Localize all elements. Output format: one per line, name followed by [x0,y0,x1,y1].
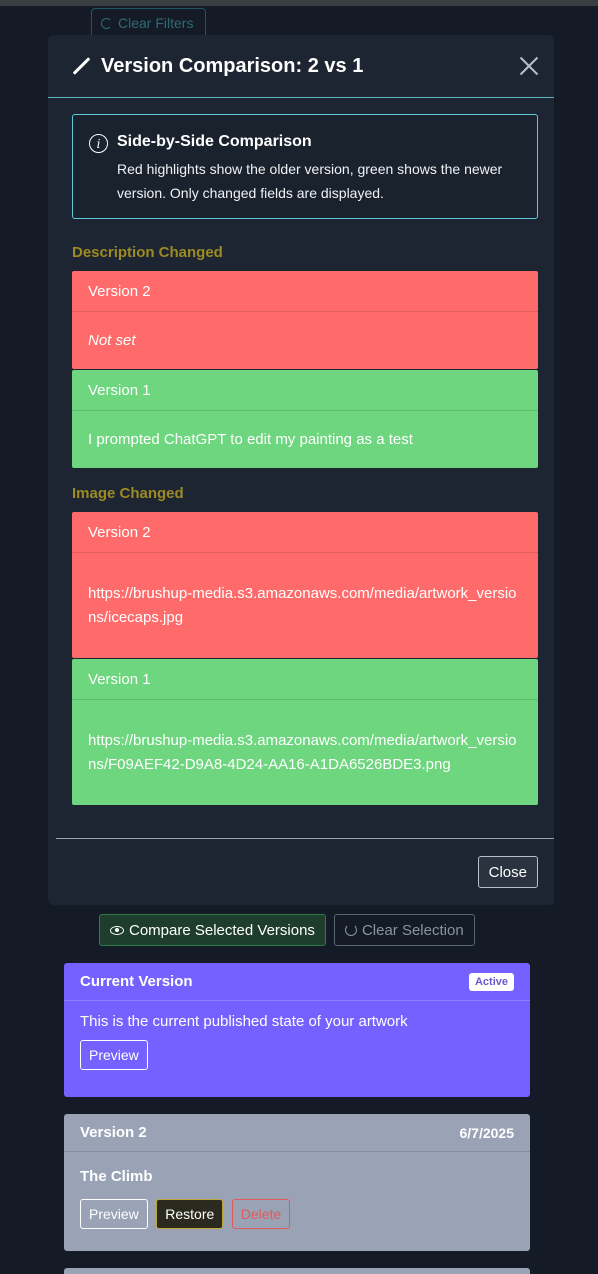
clear-selection-button[interactable]: Clear Selection [333,914,475,946]
diff-new-image: Version 1 https://brushup-media.s3.amazo… [72,659,538,805]
compare-selected-versions-button[interactable]: Compare Selected Versions [99,914,326,946]
current-version-title: Current Version [80,973,193,990]
section-label-description: Description Changed [72,244,223,261]
delete-button[interactable]: Delete [231,1199,291,1229]
compare-button-label: Compare Selected Versions [129,921,315,939]
reset-icon [344,924,357,936]
version-2-date: 6/7/2025 [459,1124,515,1141]
diff-old-image: Version 2 https://brushup-media.s3.amazo… [72,512,538,658]
close-button[interactable]: Close [477,856,538,888]
info-text: Red highlights show the older version, g… [117,161,503,201]
diff-value: https://brushup-media.s3.amazonaws.com/m… [88,731,517,773]
diff-version-label: Version 1 [72,659,538,700]
eye-icon [110,925,124,935]
clear-filters-label: Clear Filters [118,15,194,31]
version-2-header: Version 2 6/7/2025 [64,1114,530,1152]
info-icon: i [89,134,108,153]
diff-value: https://brushup-media.s3.amazonaws.com/m… [88,584,517,626]
window-top-bar [0,0,598,6]
next-version-card [64,1268,530,1274]
current-version-header: Current Version Active [64,963,530,1001]
diff-value: Not set [88,331,136,349]
clear-selection-label: Clear Selection [361,921,464,939]
current-version-description: This is the current published state of y… [80,1013,408,1030]
info-alert: i Side-by-Side Comparison Red highlights… [72,114,538,219]
version-2-card: Version 2 6/7/2025 The Climb Preview Res… [64,1114,530,1251]
diff-version-label: Version 2 [72,512,538,553]
preview-button[interactable]: Preview [80,1040,148,1070]
compare-actions: Compare Selected Versions Clear Selectio… [99,914,475,946]
preview-button[interactable]: Preview [80,1199,148,1229]
restore-button[interactable]: Restore [156,1199,224,1229]
pencil-icon [72,56,92,76]
diff-new-description: Version 1 I prompted ChatGPT to edit my … [72,370,538,468]
diff-value: I prompted ChatGPT to edit my painting a… [88,430,413,448]
version-2-title: Version 2 [80,1124,147,1141]
diff-old-description: Version 2 Not set [72,271,538,369]
modal-footer: Close [56,838,554,904]
modal-title: Version Comparison: 2 vs 1 [101,54,364,77]
reset-icon [101,17,112,29]
close-icon[interactable] [518,55,540,77]
modal-header: Version Comparison: 2 vs 1 [48,35,554,98]
clear-filters-button[interactable]: Clear Filters [91,8,206,38]
section-label-image: Image Changed [72,485,184,502]
version-comparison-modal: Version Comparison: 2 vs 1 i Side-by-Sid… [48,35,554,905]
active-badge: Active [468,972,514,991]
version-2-artwork-title: The Climb [80,1168,153,1185]
diff-version-label: Version 1 [72,370,538,411]
info-title: Side-by-Side Comparison [117,133,312,150]
diff-version-label: Version 2 [72,271,538,312]
current-version-card: Current Version Active This is the curre… [64,963,530,1097]
